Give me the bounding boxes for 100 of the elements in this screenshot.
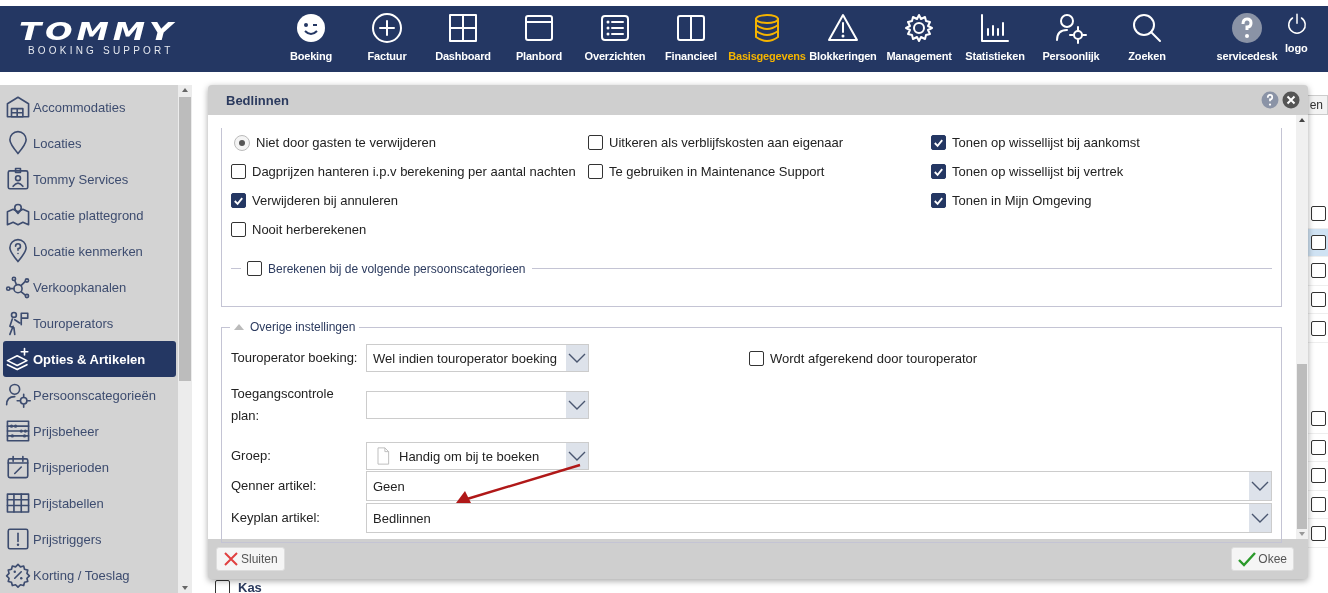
help-icon <box>1231 12 1263 44</box>
network-icon <box>5 274 31 300</box>
dialog-title: Bedlinnen <box>226 92 290 108</box>
nav-item[interactable]: logo <box>1285 6 1311 72</box>
sidebar-item[interactable]: Accommodaties <box>3 89 176 125</box>
sidebar-item[interactable]: Persoonscategorieën <box>3 377 176 413</box>
sidebar-item[interactable]: Korting / Toeslag <box>3 557 176 593</box>
checkbox[interactable] <box>1310 468 1326 484</box>
checkbox[interactable] <box>1310 263 1326 279</box>
nav-item[interactable]: Zoeken <box>1109 6 1185 72</box>
nav-item[interactable]: Boeking <box>273 6 349 72</box>
sidebar-item[interactable]: Tommy Services <box>3 161 176 197</box>
smiley-icon <box>295 12 327 44</box>
window-icon <box>523 12 555 44</box>
search-icon <box>1131 12 1163 44</box>
nav-item[interactable]: Management <box>881 6 957 72</box>
checkbox[interactable] <box>588 135 603 150</box>
field-label: Toegangscontrole plan: <box>231 385 335 425</box>
user-gear-icon <box>5 382 31 408</box>
checkbox[interactable] <box>215 579 230 593</box>
option-label: Niet door gasten te verwijderen <box>256 135 436 150</box>
ok-button[interactable]: Okee <box>1231 547 1294 571</box>
checkbox[interactable] <box>1310 497 1326 513</box>
option-label: Verwijderen bij annuleren <box>252 193 398 208</box>
checkbox[interactable] <box>1310 292 1326 308</box>
checkbox[interactable] <box>1310 525 1326 541</box>
calendar-icon <box>5 454 31 480</box>
checkmark-icon <box>1238 551 1257 567</box>
checkbox[interactable] <box>231 222 246 237</box>
nav-item[interactable]: Statistieken <box>957 6 1033 72</box>
nav-item[interactable]: Persoonlijk <box>1033 6 1109 72</box>
close-icon <box>223 551 239 567</box>
close-button[interactable]: Sluiten <box>216 547 285 571</box>
exclamation-icon <box>5 526 31 552</box>
warning-icon <box>827 12 859 44</box>
sidebar-item[interactable]: Locatie kenmerken <box>3 233 176 269</box>
map-icon <box>5 202 31 228</box>
radio-button[interactable] <box>234 134 250 151</box>
checkbox[interactable] <box>1310 320 1326 336</box>
grid-icon <box>447 12 479 44</box>
checkbox[interactable] <box>588 164 603 179</box>
checkbox[interactable] <box>1310 234 1326 250</box>
nav-item[interactable]: Factuur <box>349 6 425 72</box>
nav-item[interactable]: Planbord <box>501 6 577 72</box>
checkbox[interactable] <box>1310 206 1326 222</box>
dropdown[interactable]: Bedlinnen <box>366 503 1272 533</box>
sidebar-item[interactable]: Touroperators <box>3 305 176 341</box>
logo[interactable]: TOMMY BOOKING SUPPORT <box>0 6 273 72</box>
nav-item[interactable]: Overzichten <box>577 6 653 72</box>
option-label: Uitkeren als verblijfskosten aan eigenaar <box>609 135 844 150</box>
caret-icon <box>567 399 587 411</box>
caret-icon <box>1250 512 1270 524</box>
checkbox[interactable] <box>931 135 946 150</box>
nav-item[interactable]: Basisgegevens <box>729 6 805 72</box>
nav-item[interactable]: Financieel <box>653 6 729 72</box>
logo-subtitle: BOOKING SUPPORT <box>28 45 174 56</box>
checkbox[interactable] <box>231 193 246 208</box>
table-row[interactable] <box>1308 228 1328 258</box>
power-icon <box>1285 12 1309 36</box>
sidebar-item[interactable]: Opties & Artikelen <box>3 341 176 377</box>
scrollbar[interactable] <box>1296 115 1308 539</box>
caret-icon <box>1250 480 1270 492</box>
caret-icon <box>567 450 587 462</box>
dropdown[interactable]: Handig om bij te boeken <box>366 442 589 470</box>
sidebar-item[interactable]: Verkoopkanalen <box>3 269 176 305</box>
sidebar-item[interactable]: Prijstriggers <box>3 521 176 557</box>
list-icon <box>599 12 631 44</box>
abacus-icon <box>5 418 31 444</box>
sidebar-item[interactable]: Prijstabellen <box>3 485 176 521</box>
columns-icon <box>675 12 707 44</box>
option-label: Dagprijzen hanteren i.p.v berekening per aantal nachten <box>252 164 576 179</box>
scrollbar-thumb[interactable] <box>1297 364 1307 529</box>
percent-icon <box>5 562 31 588</box>
checkbox[interactable] <box>931 164 946 179</box>
option-label: Tonen in Mijn Omgeving <box>952 193 1092 208</box>
caret-icon <box>567 352 587 364</box>
dropdown[interactable]: Wel indien touroperator boeking <box>366 344 589 372</box>
dropdown[interactable]: Geen <box>366 471 1272 501</box>
logo-title: TOMMY <box>19 19 177 45</box>
sidebar-item[interactable]: Locatie plattegrond <box>3 197 176 233</box>
close-icon[interactable] <box>1282 91 1300 109</box>
nav-item[interactable]: Blokkeringen <box>805 6 881 72</box>
nav-item[interactable]: servicedesk <box>1209 6 1285 72</box>
sidebar-item[interactable]: Locaties <box>3 125 176 161</box>
row-label: Kas <box>238 579 262 593</box>
sidebar-item[interactable]: Prijsbeheer <box>3 413 176 449</box>
nav-item[interactable]: Dashboard <box>425 6 501 72</box>
checkbox[interactable] <box>1310 411 1326 427</box>
checkbox[interactable] <box>749 350 764 366</box>
checkbox[interactable] <box>231 164 246 179</box>
checkbox[interactable] <box>1310 439 1326 455</box>
section-toggle[interactable]: Overige instellingen <box>230 320 360 334</box>
scrollbar[interactable] <box>178 85 192 593</box>
scrollbar-thumb[interactable] <box>179 97 191 381</box>
checkbox[interactable] <box>247 261 262 276</box>
checkbox[interactable] <box>931 193 946 208</box>
bar-chart-icon <box>979 12 1011 44</box>
sidebar-item[interactable]: Prijsperioden <box>3 449 176 485</box>
plus-icon <box>371 12 403 44</box>
field-label: Keyplan artikel: <box>231 509 321 527</box>
